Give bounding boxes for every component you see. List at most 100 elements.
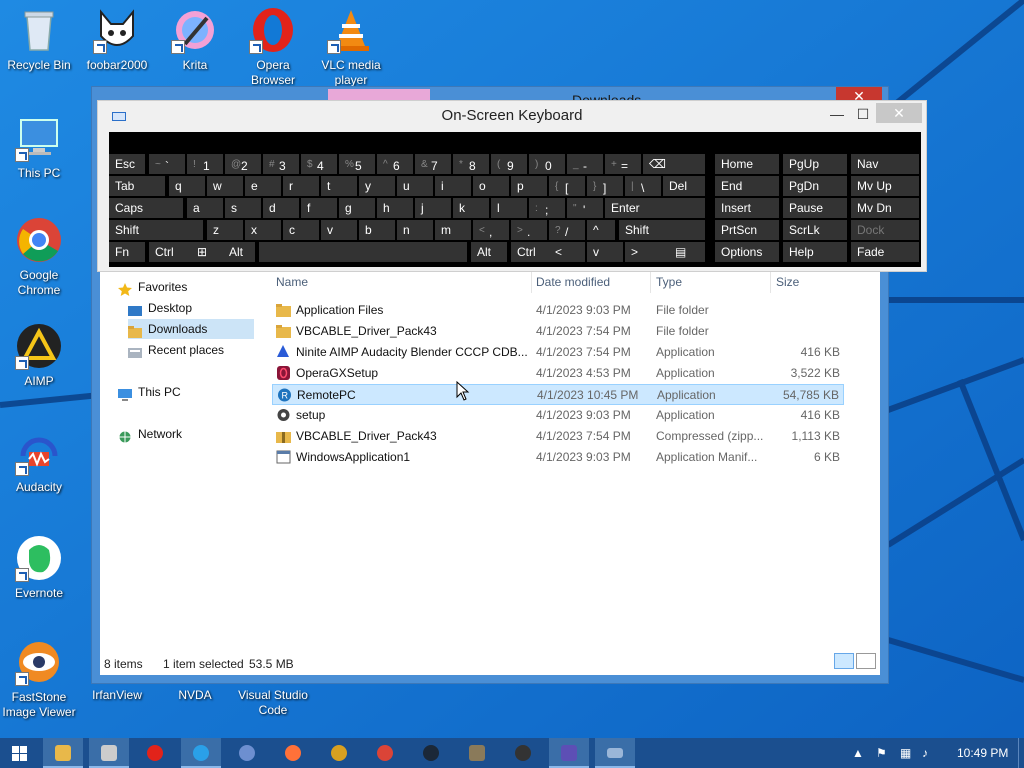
key-nav[interactable]: Nav [851, 154, 919, 174]
key-arrow-up[interactable]: ^ [587, 220, 615, 240]
show-desktop-button[interactable] [1018, 738, 1024, 768]
key-fn[interactable]: Fn [109, 242, 145, 262]
file-row[interactable]: VBCABLE_Driver_Pack43 4/1/2023 7:54 PM F… [272, 321, 844, 342]
taskbar-chrome[interactable] [365, 738, 405, 768]
key-char[interactable]: + = [605, 154, 641, 174]
key-fade[interactable]: Fade [851, 242, 919, 262]
nav-desktop[interactable]: Desktop [128, 298, 192, 318]
key-move-up[interactable]: Mv Up [851, 176, 919, 196]
column-separator[interactable] [770, 271, 771, 293]
key-char[interactable]: {[ [549, 176, 585, 196]
key-char[interactable]: n [397, 220, 433, 240]
key-char[interactable]: $4 [301, 154, 337, 174]
key-pause[interactable]: Pause [783, 198, 847, 218]
key-char[interactable]: e [245, 176, 281, 196]
osk-close-button[interactable]: ✕ [876, 103, 922, 123]
key-char[interactable]: k [453, 198, 489, 218]
desktop-icon-opera[interactable]: Opera Browser [234, 6, 312, 88]
desktop-icon-foobar2000[interactable]: foobar2000 [78, 6, 156, 73]
key-char[interactable]: @2 [225, 154, 261, 174]
key-dock[interactable]: Dock [851, 220, 919, 240]
key-char[interactable]: | \ [625, 176, 661, 196]
taskbar-media-app[interactable] [89, 738, 129, 768]
key-char[interactable]: h [377, 198, 413, 218]
desktop-icon-aimp[interactable]: AIMP [0, 322, 78, 389]
desktop-icon-irfanview[interactable]: IrfanView [78, 688, 156, 703]
key-char[interactable]: o [473, 176, 509, 196]
tray-flag-icon[interactable]: ⚑ [876, 738, 890, 768]
key-char[interactable]: _ - [567, 154, 603, 174]
key-shift[interactable]: Shift [619, 220, 705, 240]
nav-downloads[interactable]: Downloads [128, 319, 254, 339]
key-options[interactable]: Options [715, 242, 779, 262]
key-char[interactable]: ^ 6 [377, 154, 413, 174]
key-windows[interactable]: ⊞ [191, 242, 227, 262]
key-char[interactable]: f [301, 198, 337, 218]
key-char[interactable]: d [263, 198, 299, 218]
key-alt[interactable]: Alt [471, 242, 507, 262]
key-end[interactable]: End [715, 176, 779, 196]
key-home[interactable]: Home [715, 154, 779, 174]
key-enter[interactable]: Enter [605, 198, 705, 218]
file-row[interactable]: OperaGXSetup 4/1/2023 4:53 PM Applicatio… [272, 363, 844, 384]
key-char[interactable]: a [187, 198, 223, 218]
desktop-icon-audacity[interactable]: Audacity [0, 428, 78, 495]
start-button[interactable] [0, 738, 40, 768]
key-arrow-left[interactable]: < [549, 242, 585, 262]
key-char[interactable]: >. [511, 220, 547, 240]
nav-network[interactable]: Network [118, 424, 182, 444]
key-char[interactable]: c [283, 220, 319, 240]
key-delete[interactable]: Del [663, 176, 705, 196]
taskbar-file-explorer[interactable] [43, 738, 83, 768]
file-row[interactable]: VBCABLE_Driver_Pack43 4/1/2023 7:54 PM C… [272, 426, 844, 447]
key-menu[interactable]: ▤ [669, 242, 705, 262]
desktop-icon-faststone[interactable]: FastStone Image Viewer [0, 638, 78, 720]
osk-maximize-button[interactable]: ☐ [850, 105, 876, 125]
key-char[interactable]: ! 1 [187, 154, 223, 174]
taskbar-qbittorrent[interactable] [227, 738, 267, 768]
key-char[interactable]: i [435, 176, 471, 196]
key-char[interactable]: y [359, 176, 395, 196]
key-move-down[interactable]: Mv Dn [851, 198, 919, 218]
key-char[interactable]: t [321, 176, 357, 196]
key-char[interactable]: }] [587, 176, 623, 196]
key-ctrl[interactable]: Ctrl [511, 242, 549, 262]
key-alt[interactable]: Alt [223, 242, 255, 262]
key-char[interactable]: " ' [567, 198, 603, 218]
file-row[interactable]: setup 4/1/2023 9:03 PM Application 416 K… [272, 405, 844, 426]
desktop-icon-this-pc[interactable]: This PC [0, 114, 78, 181]
key-page-up[interactable]: PgUp [783, 154, 847, 174]
file-row[interactable]: Application Files 4/1/2023 9:03 PM File … [272, 300, 844, 321]
key-char[interactable]: b [359, 220, 395, 240]
key-arrow-right[interactable]: > [625, 242, 673, 262]
key-page-down[interactable]: PgDn [783, 176, 847, 196]
key-char[interactable]: u [397, 176, 433, 196]
key-ctrl[interactable]: Ctrl [149, 242, 197, 262]
key-caps-lock[interactable]: Caps [109, 198, 183, 218]
nav-recent-places[interactable]: Recent places [128, 340, 224, 360]
key-char[interactable]: j [415, 198, 451, 218]
desktop-icon-nvda[interactable]: NVDA [156, 688, 234, 703]
large-icons-view-button[interactable] [856, 653, 876, 669]
file-row-selected[interactable]: R RemotePC 4/1/2023 10:45 PM Application… [272, 384, 844, 405]
key-char[interactable]: p [511, 176, 547, 196]
key-char[interactable]: :; [529, 198, 565, 218]
taskbar-app-globe[interactable] [319, 738, 359, 768]
key-print-screen[interactable]: PrtScn [715, 220, 779, 240]
key-char[interactable]: z [207, 220, 243, 240]
on-screen-keyboard-window[interactable]: On-Screen Keyboard — ☐ ✕ Esc ~ `! 1 @2 #3 $4% 5… [97, 100, 927, 272]
key-space[interactable] [259, 242, 467, 262]
key-insert[interactable]: Insert [715, 198, 779, 218]
details-view-button[interactable] [834, 653, 854, 669]
key-scroll-lock[interactable]: ScrLk [783, 220, 847, 240]
key-char[interactable]: r [283, 176, 319, 196]
desktop-icon-vscode[interactable]: Visual Studio Code [234, 688, 312, 718]
key-esc[interactable]: Esc [109, 154, 145, 174]
key-char[interactable]: ) 0 [529, 154, 565, 174]
desktop-icon-evernote[interactable]: Evernote [0, 534, 78, 601]
desktop-icon-krita[interactable]: Krita [156, 6, 234, 73]
key-char[interactable]: g [339, 198, 375, 218]
tray-network-icon[interactable]: ▦ [900, 738, 911, 768]
key-char[interactable]: l [491, 198, 527, 218]
key-char[interactable]: ? / [549, 220, 585, 240]
